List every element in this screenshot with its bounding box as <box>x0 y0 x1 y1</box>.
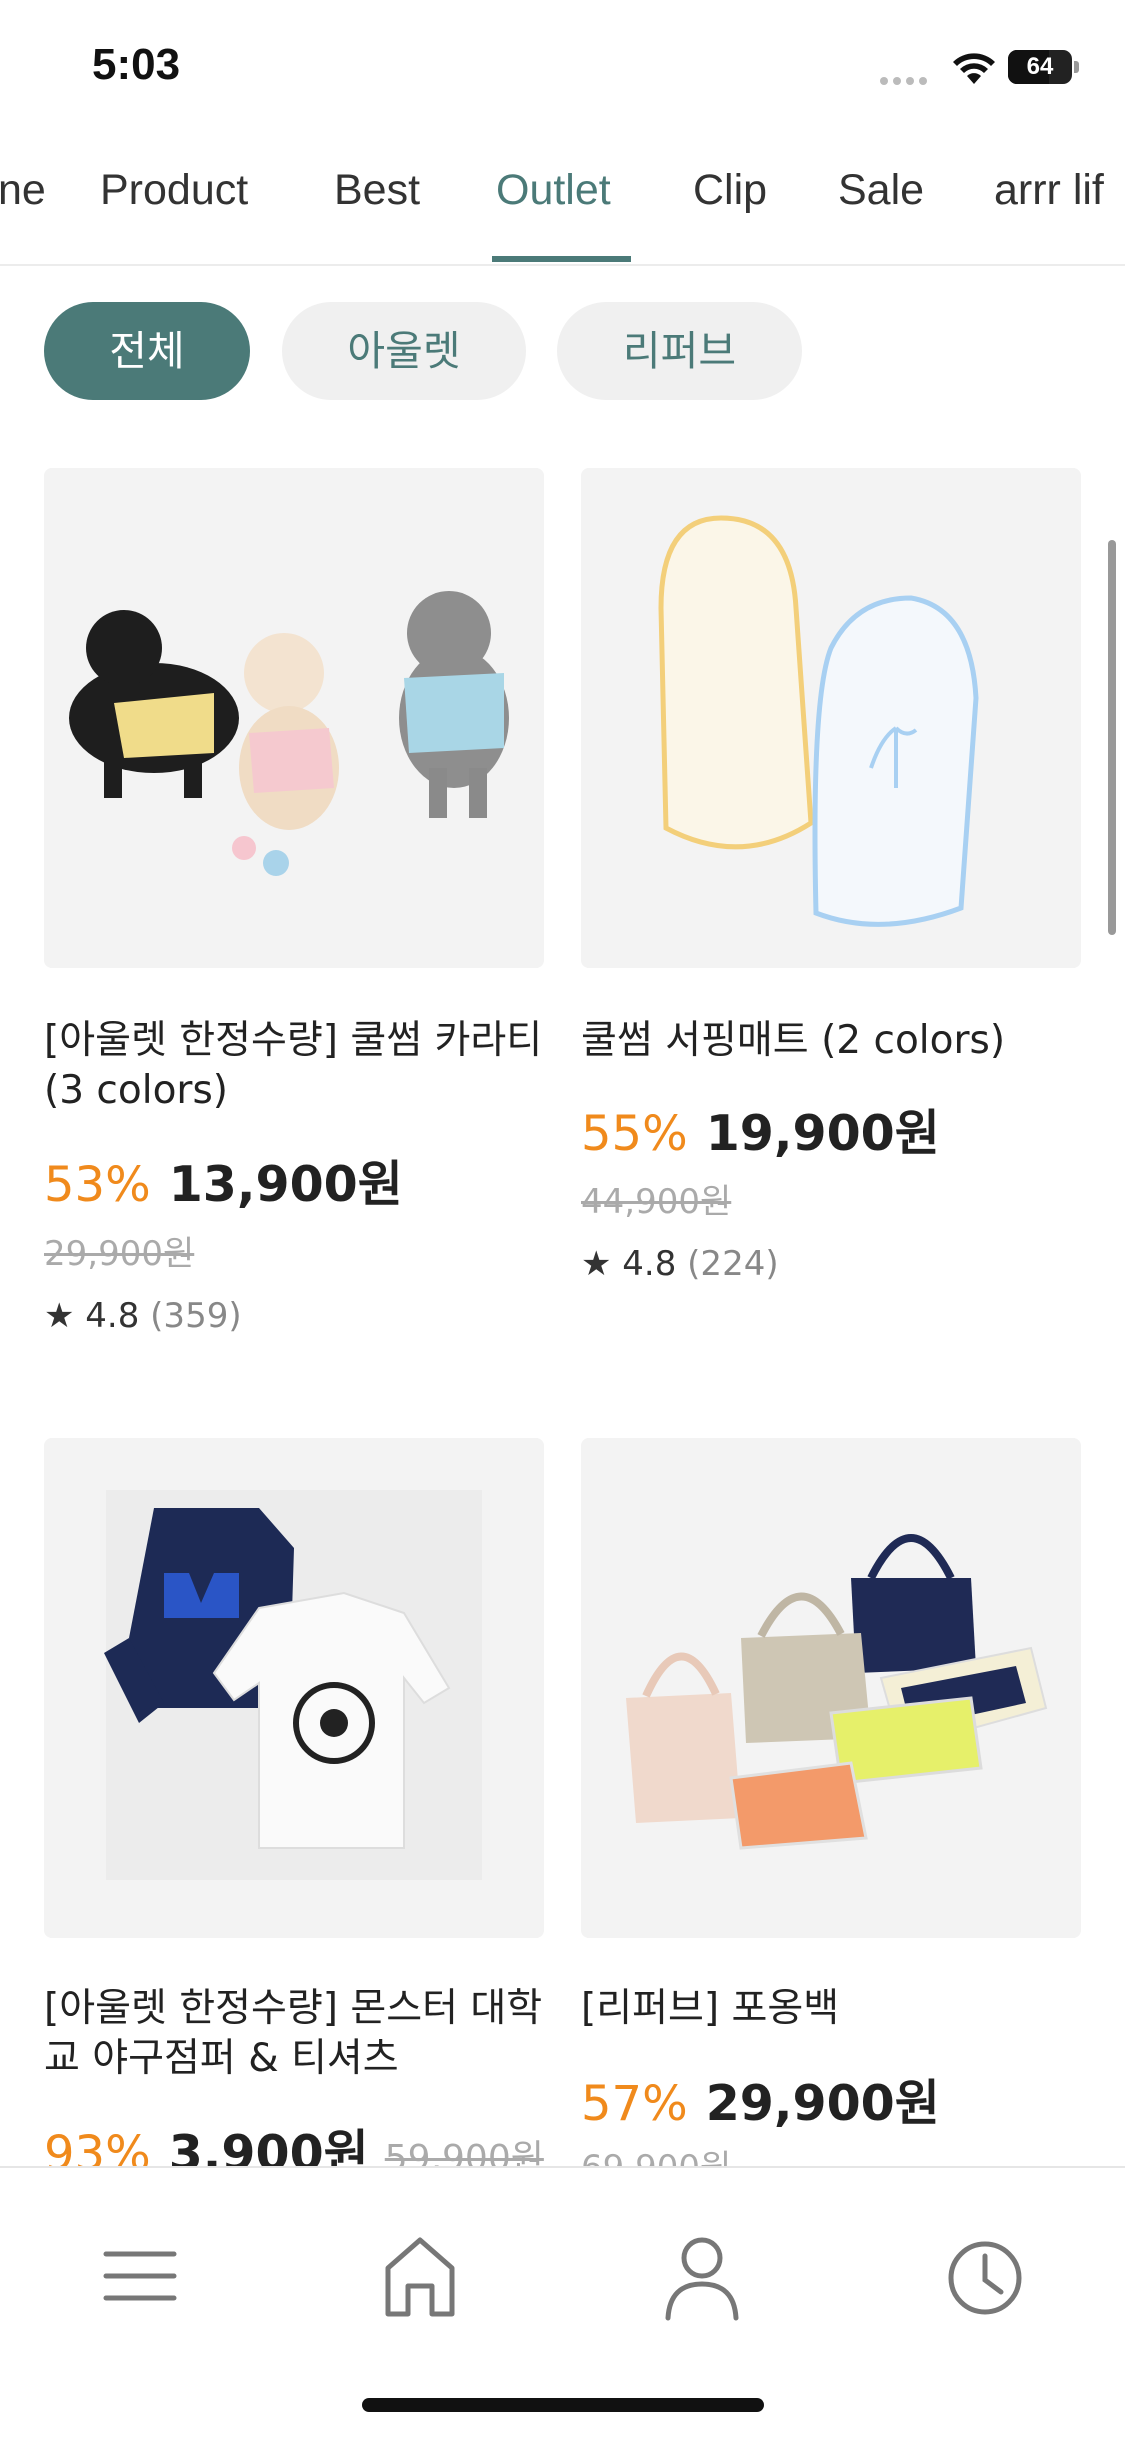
review-count: (224) <box>687 1244 779 1284</box>
cellular-signal-icon <box>880 70 932 89</box>
original-price: 29,900원 <box>44 1234 195 1274</box>
filter-chip-all[interactable]: 전체 <box>44 302 250 400</box>
carrier-bags-image-icon <box>581 1438 1081 1938</box>
discount-rate: 55% <box>581 1106 688 1162</box>
product-title[interactable]: [리퍼브] 포옹백 <box>581 1984 1081 2034</box>
battery-cap <box>1074 61 1079 73</box>
sale-price: 19,900원 <box>705 1105 940 1162</box>
tab-clip[interactable]: Clip <box>693 166 767 215</box>
active-tab-indicator <box>492 256 631 262</box>
dogs-image-icon <box>44 468 544 968</box>
tab-outlet[interactable]: Outlet <box>496 166 611 215</box>
clock-icon <box>948 2241 1022 2315</box>
rating-score: ★ 4.8 <box>581 1244 677 1284</box>
menu-button[interactable] <box>90 2226 190 2326</box>
product-title[interactable]: [아울렛 한정수량] 쿨썸 카라티 (3 colors) <box>44 1016 544 1116</box>
home-button[interactable] <box>370 2226 470 2326</box>
battery-level: 64 <box>1026 53 1054 80</box>
status-time: 5:03 <box>92 40 181 89</box>
surfboard-mats-image-icon <box>581 468 1081 968</box>
price-line: 53% 13,900원 <box>44 1145 403 1216</box>
tab-product[interactable]: Product <box>100 166 248 215</box>
rating: ★ 4.8 (359) <box>44 1296 242 1336</box>
price-line: 57% 29,900원 <box>581 2064 940 2135</box>
original-price: 44,900원 <box>581 1182 732 1222</box>
sale-price: 13,900원 <box>168 1156 403 1213</box>
product-title[interactable]: 쿨썸 서핑매트 (2 colors) <box>581 1016 1081 1066</box>
filter-chip-outlet[interactable]: 아울렛 <box>282 302 526 400</box>
price-line: 55% 19,900원 <box>581 1094 940 1165</box>
home-indicator <box>362 2398 764 2412</box>
review-count: (359) <box>150 1296 242 1336</box>
wifi-icon <box>953 53 995 84</box>
filter-chip-refurb[interactable]: 리퍼브 <box>557 302 802 400</box>
menu-icon <box>103 2251 177 2301</box>
discount-rate: 57% <box>581 2076 688 2132</box>
tab-best[interactable]: Best <box>334 166 420 215</box>
product-image[interactable] <box>44 1438 544 1938</box>
rating: ★ 4.8 (224) <box>581 1244 779 1284</box>
recent-button[interactable] <box>935 2226 1035 2326</box>
category-tab-bar: ne Product Best Outlet Clip Sale arrr li… <box>0 140 1125 266</box>
scrollbar[interactable] <box>1108 540 1116 935</box>
user-icon <box>665 2237 739 2321</box>
sale-price: 29,900원 <box>705 2075 940 2132</box>
product-image[interactable] <box>581 468 1081 968</box>
jacket-tshirt-image-icon <box>44 1438 544 1938</box>
home-icon <box>385 2237 455 2317</box>
product-image[interactable] <box>581 1438 1081 1938</box>
product-image[interactable] <box>44 468 544 968</box>
tab-sale[interactable]: Sale <box>838 166 924 215</box>
battery-icon: 64 <box>1008 50 1072 84</box>
my-page-button[interactable] <box>652 2226 752 2326</box>
tab-home[interactable]: ne <box>0 166 46 215</box>
discount-rate: 53% <box>44 1157 151 1213</box>
tab-arrr-life[interactable]: arrr lif <box>994 166 1104 215</box>
status-bar: 5:03 64 <box>0 0 1125 140</box>
rating-score: ★ 4.8 <box>44 1296 140 1336</box>
product-title[interactable]: [아울렛 한정수량] 몬스터 대학교 야구점퍼 & 티셔츠 <box>44 1984 544 2084</box>
